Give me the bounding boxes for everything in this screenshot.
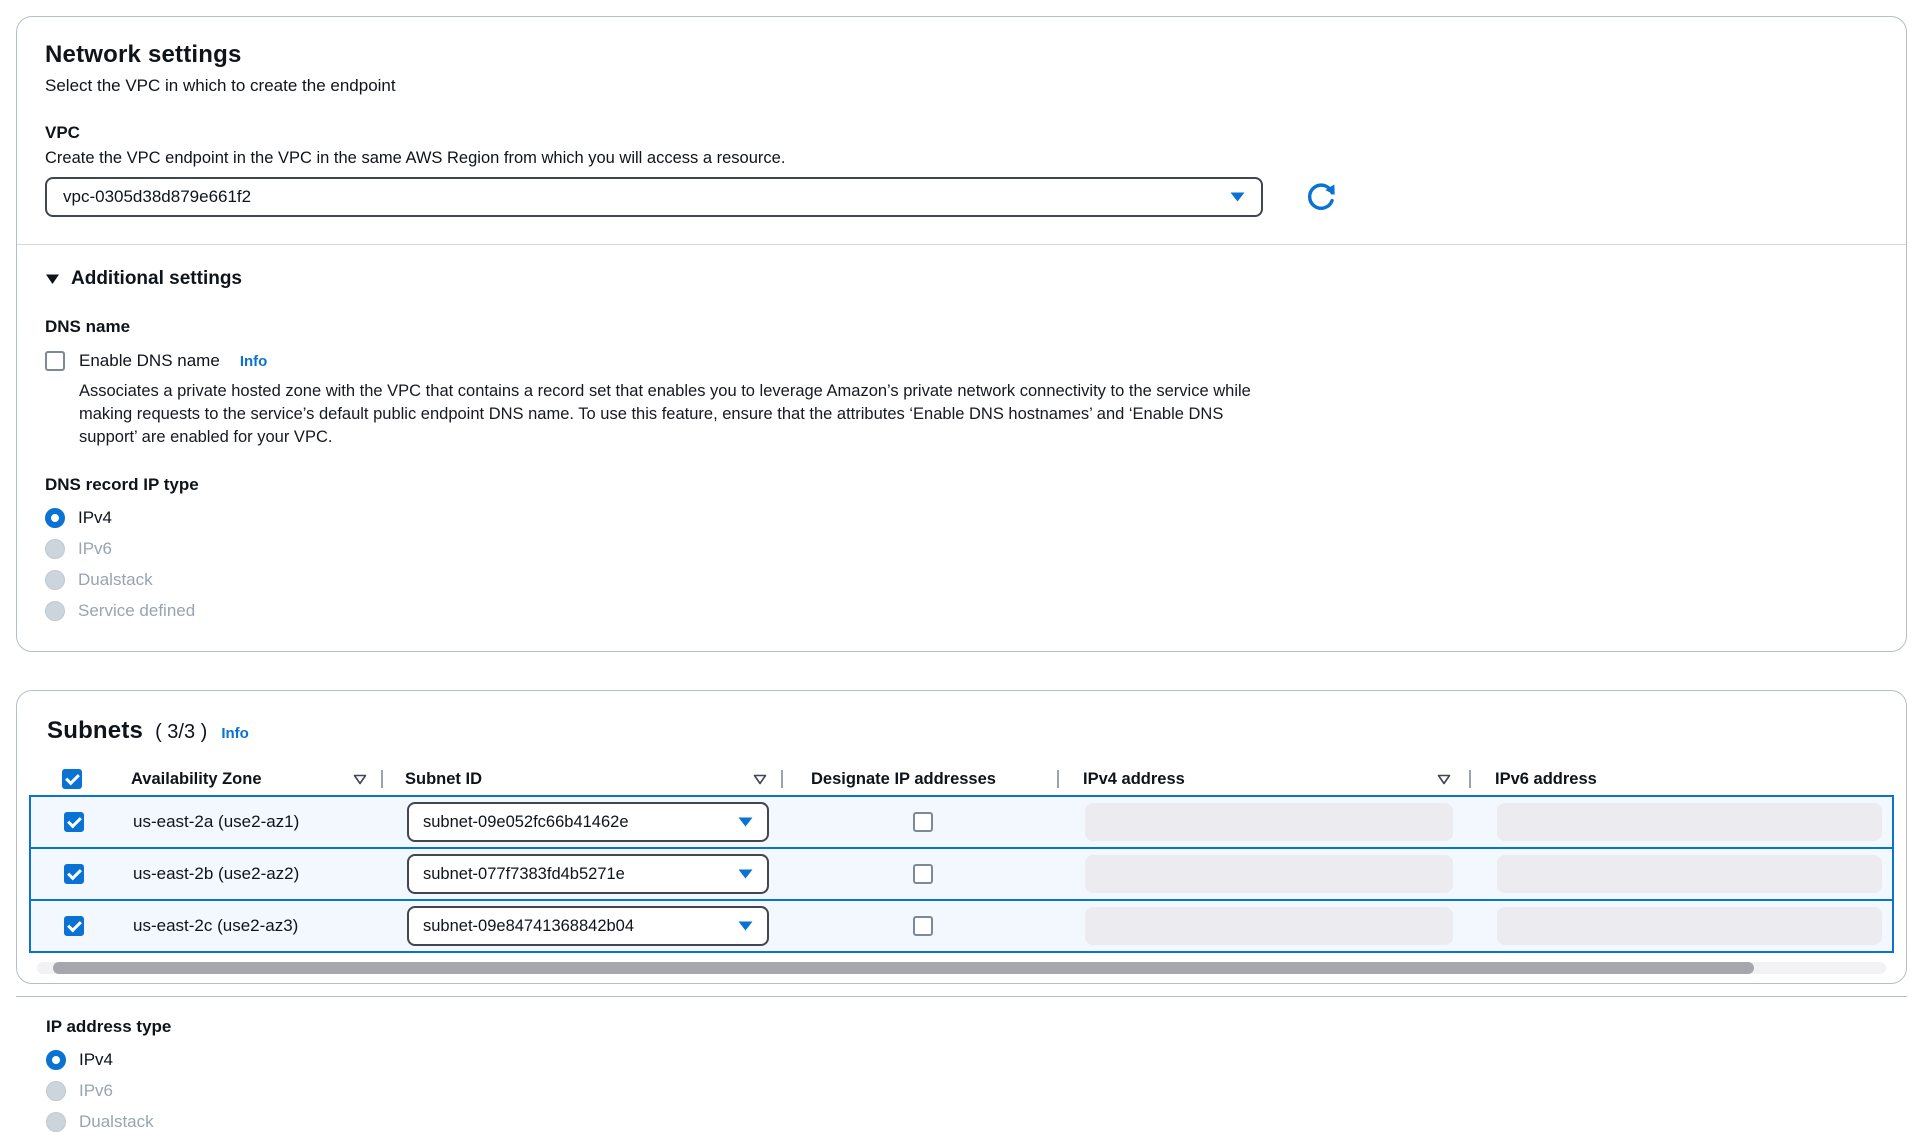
ip-address-type-label: IP address type [46,1017,1907,1037]
col-availability-zone[interactable]: Availability Zone [115,761,383,797]
ipv6-address-input [1497,855,1882,893]
subnet-row-2: us-east-2b (use2-az2) subnet-077f7383fd4… [29,847,1894,901]
vpc-select-value: vpc-0305d38d879e661f2 [63,187,251,207]
network-settings-panel: Network settings Select the VPC in which… [16,16,1907,652]
radio-dns-ipv6: IPv6 [45,539,1878,559]
caret-down-icon [738,869,753,879]
subnet-id-select[interactable]: subnet-09e84741368842b04 [407,906,769,946]
row-select-checkbox[interactable] [64,916,84,936]
row-select-checkbox[interactable] [64,812,84,832]
col-designate-ip: Designate IP addresses [783,761,1059,797]
sort-icon[interactable] [1437,774,1451,785]
availability-zone: us-east-2b (use2-az2) [133,864,299,884]
radio-ip-ipv6: IPv6 [46,1081,1907,1101]
subnets-count: ( 3/3 ) [155,721,207,744]
radio-ip-dualstack: Dualstack [46,1112,1907,1132]
additional-settings-title: Additional settings [71,268,242,290]
caret-down-icon [738,921,753,931]
subnet-row-1: us-east-2a (use2-az1) subnet-09e052fc66b… [29,795,1894,849]
horizontal-scrollbar-thumb[interactable] [53,962,1754,974]
vpc-label: VPC [45,123,1878,143]
network-settings-subtitle: Select the VPC in which to create the en… [45,76,1878,96]
availability-zone: us-east-2a (use2-az1) [133,812,299,832]
row-select-checkbox[interactable] [64,864,84,884]
horizontal-scrollbar-track[interactable] [37,962,1886,974]
dns-record-ip-type-group: IPv4 IPv6 Dualstack Service defined [45,508,1878,621]
radio-control [45,570,65,590]
enable-dns-name-checkbox[interactable] [45,351,65,371]
designate-ip-checkbox[interactable] [913,916,933,936]
radio-ip-ipv4[interactable]: IPv4 [46,1050,1907,1070]
ipv4-address-input [1085,855,1453,893]
ip-address-type-group: IPv4 IPv6 Dualstack [46,1050,1907,1132]
availability-zone: us-east-2c (use2-az3) [133,916,298,936]
refresh-button[interactable] [1303,179,1339,215]
vpc-select[interactable]: vpc-0305d38d879e661f2 [45,177,1263,217]
ipv4-address-input [1085,907,1453,945]
radio-control [45,601,65,621]
caret-down-icon [1230,192,1245,202]
subnet-row-3: us-east-2c (use2-az3) subnet-09e84741368… [29,899,1894,953]
sort-icon[interactable] [353,774,367,785]
designate-ip-checkbox[interactable] [913,864,933,884]
radio-dns-service-defined: Service defined [45,601,1878,621]
subnets-panel: Subnets ( 3/3 ) Info Availability Zone S… [16,690,1907,984]
radio-dns-dualstack: Dualstack [45,570,1878,590]
designate-ip-checkbox[interactable] [913,812,933,832]
section-divider [17,244,1906,245]
page: Network settings Select the VPC in which… [0,0,1920,1132]
subnets-table-header: Availability Zone Subnet ID Designate IP… [29,761,1894,797]
radio-control [45,539,65,559]
caret-down-icon [738,817,753,827]
select-all-checkbox[interactable] [62,769,82,789]
vpc-description: Create the VPC endpoint in the VPC in th… [45,149,1878,168]
dns-name-description: Associates a private hosted zone with th… [79,380,1264,448]
col-ipv6-address: IPv6 address [1471,761,1894,797]
radio-control[interactable] [46,1050,66,1070]
radio-control [46,1112,66,1132]
ipv6-address-input [1497,907,1882,945]
subnets-table: Availability Zone Subnet ID Designate IP… [29,761,1894,974]
subnet-id-select[interactable]: subnet-077f7383fd4b5271e [407,854,769,894]
enable-dns-name-label: Enable DNS name [79,351,220,371]
refresh-icon [1303,179,1339,215]
dns-name-label: DNS name [45,317,1878,337]
dns-record-ip-type-label: DNS record IP type [45,475,1878,495]
radio-control[interactable] [45,508,65,528]
ipv6-address-input [1497,803,1882,841]
col-subnet-id[interactable]: Subnet ID [383,761,783,797]
radio-dns-ipv4[interactable]: IPv4 [45,508,1878,528]
subnets-title: Subnets [47,717,143,745]
ip-address-type-section: IP address type IPv4 IPv6 Dualstack [16,997,1907,1132]
subnets-info-link[interactable]: Info [221,725,249,742]
sort-icon[interactable] [753,774,767,785]
triangle-down-icon [45,273,60,285]
dns-name-info-link[interactable]: Info [240,353,268,370]
col-ipv4-address[interactable]: IPv4 address [1059,761,1471,797]
additional-settings-toggle[interactable]: Additional settings [45,268,1878,290]
network-settings-title: Network settings [45,41,1878,69]
ipv4-address-input [1085,803,1453,841]
radio-control [46,1081,66,1101]
subnet-id-select[interactable]: subnet-09e052fc66b41462e [407,802,769,842]
